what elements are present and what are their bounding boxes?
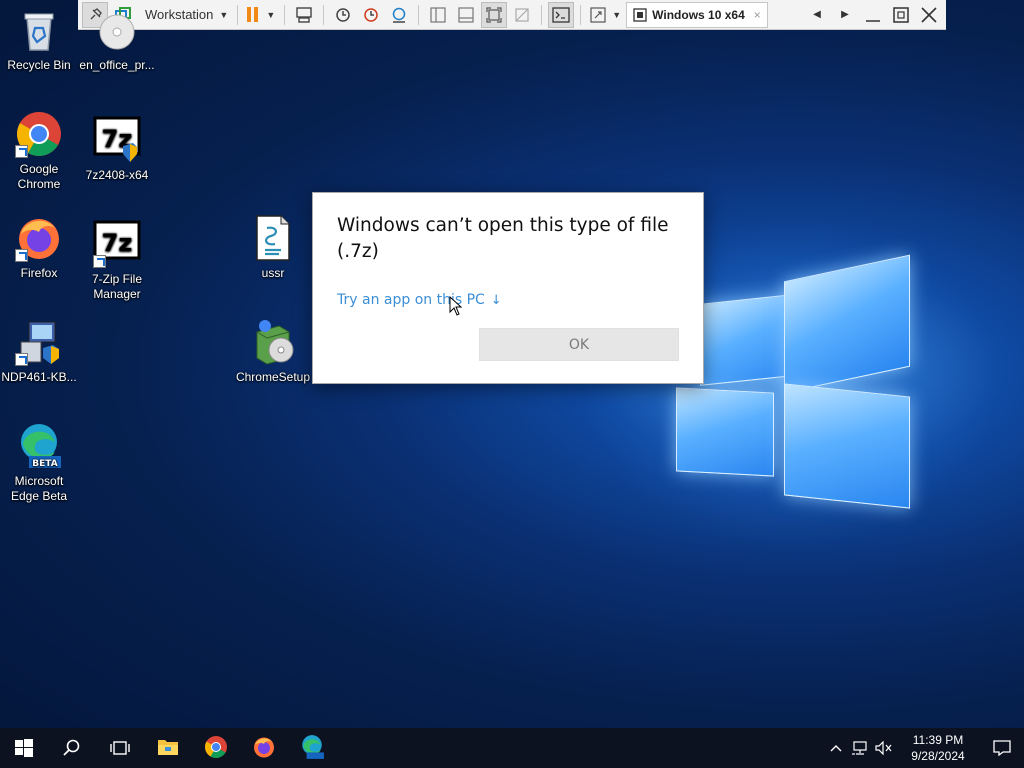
chevron-up-icon bbox=[830, 745, 842, 752]
snapshot-manager-button[interactable] bbox=[386, 2, 412, 28]
desktop-icon-firefox[interactable]: Firefox bbox=[0, 214, 78, 281]
desktop-icon-label: 7-Zip File Manager bbox=[91, 272, 142, 301]
arrow-down-icon: ↓ bbox=[490, 293, 502, 308]
action-center-button[interactable] bbox=[980, 728, 1024, 768]
shortcut-arrow-icon bbox=[15, 249, 28, 262]
taskbar-edge-beta[interactable] bbox=[288, 728, 336, 768]
show-thumbnail-bar-icon[interactable] bbox=[453, 2, 479, 28]
send-ctrl-alt-del-button[interactable] bbox=[291, 2, 317, 28]
recycle-bin-icon bbox=[15, 6, 63, 54]
pause-vm-button[interactable]: ▼ bbox=[244, 2, 278, 28]
desktop-icon-7zip-file-manager[interactable]: 7z 7-Zip File Manager bbox=[78, 220, 156, 302]
desktop-icon-label: Google Chrome bbox=[17, 162, 61, 191]
firefox-icon bbox=[15, 214, 63, 262]
taskbar: 11:39 PM 9/28/2024 bbox=[0, 728, 1024, 768]
desktop-icon-label: en_office_pr... bbox=[79, 58, 155, 72]
unity-mode-icon[interactable] bbox=[509, 2, 535, 28]
scroll-tabs-right-icon[interactable]: ▶ bbox=[832, 2, 858, 28]
disc-image-icon bbox=[93, 6, 141, 54]
full-screen-icon[interactable] bbox=[481, 1, 508, 28]
chrome-icon bbox=[15, 110, 63, 158]
desktop-icon-7z2408[interactable]: 7z 7z2408-x64 bbox=[78, 116, 156, 183]
stretch-guest-icon[interactable]: ▼ bbox=[587, 2, 624, 28]
shortcut-arrow-icon bbox=[93, 255, 106, 268]
show-library-icon[interactable] bbox=[425, 2, 451, 28]
chrome-icon bbox=[205, 736, 227, 758]
search-icon bbox=[63, 739, 80, 756]
mouse-cursor-icon bbox=[449, 296, 463, 316]
restore-icon[interactable] bbox=[888, 2, 914, 28]
taskbar-file-explorer[interactable] bbox=[144, 728, 192, 768]
7zip-icon: 7z bbox=[93, 220, 141, 268]
volume-muted-icon[interactable] bbox=[872, 728, 896, 768]
svg-text:BETA: BETA bbox=[32, 459, 57, 469]
ok-button[interactable]: OK bbox=[479, 328, 679, 361]
task-view-icon bbox=[110, 741, 130, 755]
show-hidden-icons-chevron[interactable] bbox=[824, 728, 848, 768]
desktop-icon-en-office[interactable]: en_office_pr... bbox=[78, 6, 156, 73]
clock-date: 9/28/2024 bbox=[911, 749, 965, 763]
minimize-icon[interactable] bbox=[860, 2, 886, 28]
script-file-icon bbox=[249, 214, 297, 262]
cant-open-file-dialog: Windows can’t open this type of file (.7… bbox=[312, 192, 704, 384]
desktop-icon-label: NDP461-KB... bbox=[1, 370, 77, 384]
desktop-icon-recycle-bin[interactable]: Recycle Bin bbox=[0, 6, 78, 73]
start-button[interactable] bbox=[0, 728, 48, 768]
windows-start-icon bbox=[15, 739, 33, 757]
taskbar-chrome[interactable] bbox=[192, 728, 240, 768]
search-button[interactable] bbox=[48, 728, 96, 768]
desktop-icon-label: ChromeSetup bbox=[235, 370, 311, 384]
firefox-icon bbox=[254, 737, 274, 758]
tab-windows-10-x64[interactable]: Windows 10 x64 × bbox=[626, 1, 768, 28]
desktop-icon-label: Recycle Bin bbox=[7, 58, 71, 72]
scroll-tabs-left-icon[interactable]: ◀ bbox=[804, 2, 830, 28]
installer-icon bbox=[15, 318, 63, 366]
desktop-icon-microsoft-edge-beta[interactable]: BETA Microsoft Edge Beta bbox=[0, 422, 78, 504]
desktop-icon-label: ussr bbox=[261, 266, 285, 280]
chevron-down-icon: ▼ bbox=[612, 9, 622, 20]
desktop-icon-label: Microsoft Edge Beta bbox=[10, 474, 68, 503]
close-tab-icon[interactable]: × bbox=[754, 8, 761, 22]
system-tray: 11:39 PM 9/28/2024 bbox=[824, 728, 1024, 768]
svg-text:7z: 7z bbox=[102, 229, 133, 257]
edge-beta-icon bbox=[302, 735, 324, 759]
shortcut-arrow-icon bbox=[15, 145, 28, 158]
edge-beta-icon: BETA bbox=[15, 422, 63, 470]
vmware-toolbar: Workstation ▼ ▼ ▼ Windows 10 x64 × ◀ ▶ bbox=[78, 0, 946, 30]
take-snapshot-button[interactable] bbox=[330, 2, 356, 28]
desktop-icon-ndp461[interactable]: NDP461-KB... bbox=[0, 318, 78, 385]
close-icon[interactable] bbox=[916, 2, 942, 28]
file-explorer-icon bbox=[158, 740, 178, 755]
console-view-icon[interactable] bbox=[548, 1, 575, 28]
vm-icon bbox=[633, 7, 647, 22]
desktop-icon-ussr[interactable]: ussr bbox=[234, 214, 312, 281]
desktop-icon-label: 7z2408-x64 bbox=[85, 168, 149, 182]
try-app-link[interactable]: Try an app on this PC ↓ bbox=[337, 292, 502, 308]
7zip-installer-icon: 7z bbox=[93, 116, 141, 164]
shortcut-arrow-icon bbox=[15, 353, 28, 366]
taskbar-firefox[interactable] bbox=[240, 728, 288, 768]
desktop-icon-label: Firefox bbox=[20, 266, 58, 280]
chevron-down-icon: ▼ bbox=[266, 9, 276, 20]
vm-tab-label: Windows 10 x64 bbox=[652, 7, 745, 22]
notification-icon bbox=[993, 740, 1011, 756]
taskbar-clock[interactable]: 11:39 PM 9/28/2024 bbox=[896, 732, 980, 764]
desktop-icon-google-chrome[interactable]: Google Chrome bbox=[0, 110, 78, 192]
task-view-button[interactable] bbox=[96, 728, 144, 768]
chevron-down-icon: ▼ bbox=[219, 9, 229, 20]
dialog-title: Windows can’t open this type of file (.7… bbox=[337, 215, 669, 262]
pause-icon bbox=[247, 7, 259, 22]
clock-time: 11:39 PM bbox=[912, 733, 964, 747]
desktop-icon-chromesetup[interactable]: ChromeSetup bbox=[234, 318, 312, 385]
setup-installer-icon bbox=[249, 318, 297, 366]
revert-snapshot-button[interactable] bbox=[358, 2, 384, 28]
network-icon[interactable] bbox=[848, 728, 872, 768]
